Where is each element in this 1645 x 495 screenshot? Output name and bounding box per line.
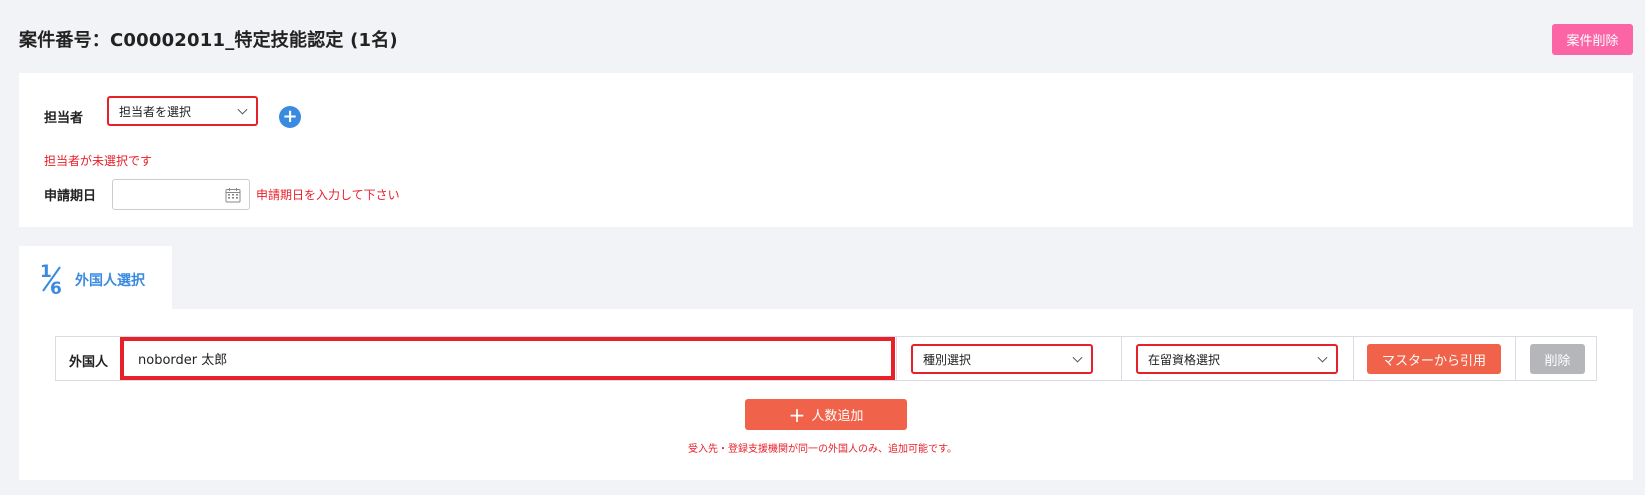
- cell-divider: [1515, 337, 1516, 380]
- add-people-label: 人数追加: [811, 409, 864, 424]
- calendar-icon[interactable]: [225, 187, 241, 203]
- assignee-select-value: 担当者を選択: [119, 104, 192, 119]
- add-people-note: 受入先・登録支援機関が同一の外国人のみ、追加可能です。: [688, 444, 957, 455]
- cell-divider: [1353, 337, 1354, 380]
- application-date-input[interactable]: [112, 179, 250, 210]
- add-people-button[interactable]: + 人数追加: [745, 399, 907, 430]
- step-tab[interactable]: 1 6 外国人選択: [19, 246, 172, 309]
- plus-circle-icon[interactable]: +: [279, 106, 301, 128]
- residence-status-select-value: 在留資格選択: [1148, 352, 1221, 367]
- assignee-label: 担当者: [44, 111, 84, 126]
- assignee-error: 担当者が未選択です: [44, 154, 153, 168]
- residence-status-select[interactable]: 在留資格選択: [1136, 344, 1338, 374]
- tab-label: 外国人選択: [75, 273, 145, 289]
- type-select-value: 種別選択: [923, 352, 972, 367]
- row-delete-button[interactable]: 削除: [1530, 344, 1585, 374]
- svg-text:6: 6: [50, 279, 62, 296]
- page-title: 案件番号：C00002011_特定技能認定 (1名): [19, 30, 398, 51]
- chevron-down-icon: [1317, 352, 1328, 363]
- plus-icon: +: [788, 402, 806, 427]
- step-number: 1 6: [40, 262, 62, 296]
- chevron-down-icon: [1072, 352, 1083, 363]
- foreigner-row: 外国人 種別選択 在留資格選択 マスターから引用 削除: [55, 336, 1597, 381]
- import-from-master-button[interactable]: マスターから引用: [1367, 344, 1501, 374]
- delete-case-button[interactable]: 案件削除: [1552, 24, 1633, 55]
- foreigner-name-input[interactable]: [120, 337, 895, 380]
- case-info-card: 担当者 担当者を選択 担当者が未選択です 申請期日 申請期日を入力して下さい: [19, 73, 1633, 227]
- application-date-label: 申請期日: [44, 189, 97, 204]
- chevron-down-icon: [237, 104, 248, 115]
- application-date-error: 申請期日を入力して下さい: [256, 188, 400, 202]
- cell-divider: [1121, 337, 1122, 380]
- cell-divider: [896, 337, 897, 380]
- type-select[interactable]: 種別選択: [911, 344, 1093, 374]
- foreigner-label: 外国人: [69, 355, 109, 370]
- assignee-select[interactable]: 担当者を選択: [107, 96, 258, 126]
